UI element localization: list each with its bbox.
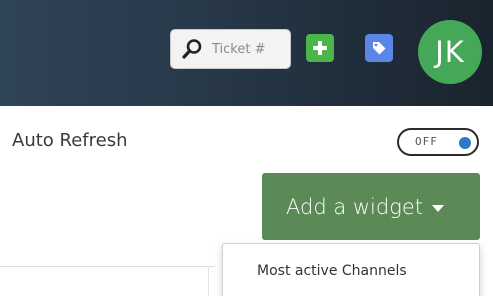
tag-button[interactable] bbox=[365, 34, 393, 62]
panel-divider bbox=[208, 266, 209, 296]
caret-down-icon bbox=[431, 204, 444, 212]
plus-icon bbox=[313, 41, 327, 55]
auto-refresh-toggle[interactable]: OFF bbox=[397, 128, 479, 156]
search-placeholder: Ticket # bbox=[212, 41, 266, 57]
auto-refresh-label: Auto Refresh bbox=[12, 130, 128, 151]
toggle-state-text: OFF bbox=[415, 135, 438, 148]
dashboard-panel bbox=[0, 266, 215, 296]
menu-item-most-active-channels[interactable]: Most active Channels bbox=[257, 263, 407, 279]
search-icon bbox=[182, 39, 202, 59]
top-navigation-bar: Ticket # JK bbox=[0, 0, 493, 106]
user-avatar[interactable]: JK bbox=[418, 20, 482, 84]
avatar-initials: JK bbox=[435, 35, 465, 69]
tag-icon bbox=[373, 42, 386, 55]
ticket-search-input[interactable]: Ticket # bbox=[170, 29, 291, 69]
toggle-knob bbox=[459, 137, 471, 149]
add-ticket-button[interactable] bbox=[306, 34, 334, 62]
app-root: Ticket # JK Auto Refresh OFF Add a widge… bbox=[0, 0, 493, 296]
add-widget-label: Add a widget bbox=[286, 194, 423, 219]
add-widget-button[interactable]: Add a widget bbox=[262, 173, 480, 240]
widget-dropdown-menu: Most active Channels bbox=[222, 243, 480, 296]
